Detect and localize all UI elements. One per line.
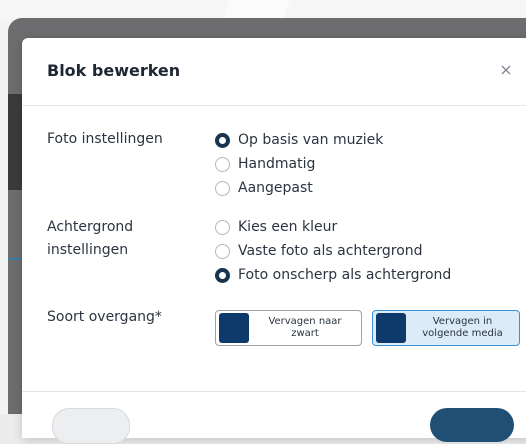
background-option-color[interactable]: Kies een kleur: [215, 215, 451, 239]
close-icon: [501, 65, 511, 75]
modal-title: Blok bewerken: [47, 61, 181, 80]
transition-option-label: Vervagen naar zwart: [249, 316, 361, 340]
background-option-blurred-photo[interactable]: Foto onscherp als achtergrond: [215, 263, 451, 287]
background-settings-label-line1: Achtergrond: [47, 219, 134, 235]
radio-background-fixed-photo[interactable]: [215, 243, 230, 259]
transition-option-fade-black[interactable]: Vervagen naar zwart: [215, 310, 362, 346]
radio-photo-manual[interactable]: [215, 156, 230, 172]
photo-option-manual[interactable]: Handmatig: [215, 152, 383, 176]
photo-settings-label: Foto instellingen: [47, 131, 163, 147]
photo-settings-options: Op basis van muziek Handmatig Aangepast: [215, 128, 383, 200]
background-photo: [8, 94, 22, 190]
modal-footer-divider: [22, 391, 526, 392]
footer-secondary-button[interactable]: [52, 408, 130, 444]
option-label: Vaste foto als achtergrond: [238, 243, 423, 259]
transition-option-label: Vervagen in volgende media: [406, 316, 519, 340]
transition-option-label-line1: Vervagen naar: [268, 316, 342, 327]
transition-option-label-line1: Vervagen in: [432, 316, 493, 327]
option-label: Kies een kleur: [238, 219, 338, 235]
option-label: Handmatig: [238, 156, 316, 172]
footer-primary-button[interactable]: [430, 408, 514, 442]
option-label: Aangepast: [238, 180, 313, 196]
background-option-fixed-photo[interactable]: Vaste foto als achtergrond: [215, 239, 451, 263]
radio-photo-custom[interactable]: [215, 180, 230, 196]
photo-option-custom[interactable]: Aangepast: [215, 176, 383, 200]
transition-option-fade-next[interactable]: Vervagen in volgende media: [372, 310, 520, 346]
option-label: Op basis van muziek: [238, 132, 384, 148]
background-settings-options: Kies een kleur Vaste foto als achtergron…: [215, 215, 451, 287]
transition-option-label-line2: volgende media: [422, 328, 503, 339]
photo-option-music[interactable]: Op basis van muziek: [215, 128, 383, 152]
background-settings-label: Achtergrond instellingen: [47, 216, 133, 262]
background-divider: [8, 258, 22, 260]
transition-preview-swatch: [376, 313, 406, 343]
radio-background-blurred-photo[interactable]: [215, 267, 230, 283]
transition-option-label-line2: zwart: [291, 328, 319, 339]
edit-block-modal: Blok bewerken Foto instellingen Op basis…: [22, 38, 526, 444]
option-label: Foto onscherp als achtergrond: [238, 267, 452, 283]
radio-photo-music[interactable]: [215, 132, 230, 148]
transition-label: Soort overgang*: [47, 309, 162, 325]
modal-header: Blok bewerken: [22, 38, 526, 106]
close-button[interactable]: [496, 60, 516, 80]
background-settings-label-line2: instellingen: [47, 242, 129, 258]
transition-preview-swatch: [219, 313, 249, 343]
radio-background-color[interactable]: [215, 219, 230, 235]
